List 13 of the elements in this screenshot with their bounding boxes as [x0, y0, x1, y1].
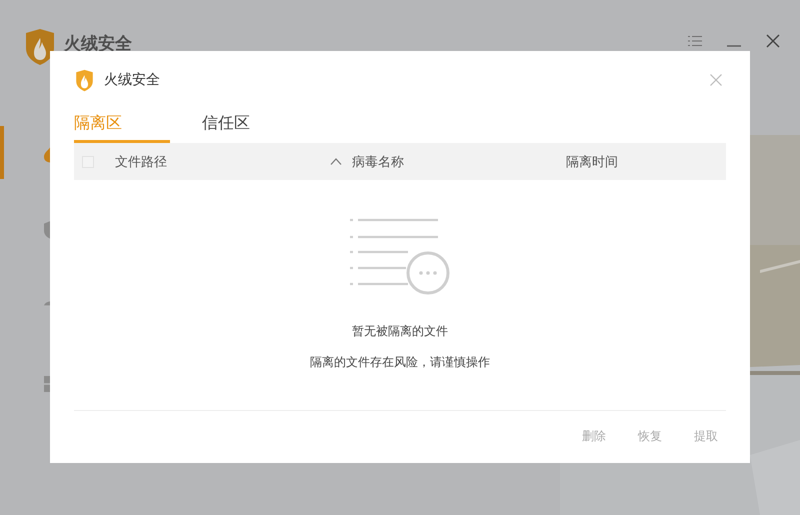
shield-flame-icon: [75, 68, 94, 92]
menu-icon[interactable]: [688, 35, 702, 47]
empty-hint: 隔离的文件存在风险，请谨慎操作: [310, 354, 490, 371]
app-title: 火绒安全: [64, 34, 132, 54]
column-header[interactable]: 隔离时间: [566, 152, 618, 170]
sort-caret-icon[interactable]: [330, 158, 342, 165]
dialog-title: 火绒安全: [104, 71, 160, 89]
tab[interactable]: 信任区: [202, 113, 298, 143]
column-header[interactable]: 病毒名称: [352, 152, 404, 170]
column-header[interactable]: 文件路径: [115, 152, 167, 170]
close-icon[interactable]: [766, 34, 780, 48]
empty-message: 暂无被隔离的文件: [352, 323, 448, 340]
shield-flame-icon: [24, 28, 56, 66]
